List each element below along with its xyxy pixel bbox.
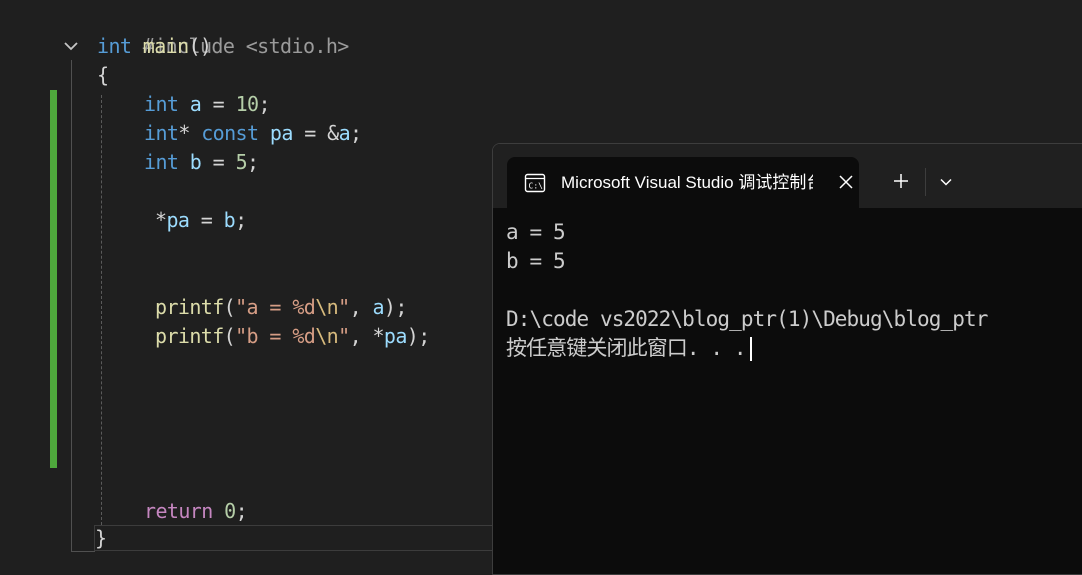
variable: b [189, 150, 202, 174]
number-literal: 10 [235, 92, 259, 116]
console-icon: C:\ [523, 171, 547, 195]
string-literal: "b = [235, 324, 293, 348]
output-line: a = 5 [506, 220, 566, 244]
comma: , * [349, 324, 385, 348]
semicolon: ; [235, 208, 247, 232]
text-cursor [749, 337, 752, 361]
escape-sequence: \n [315, 295, 339, 319]
terminal-titlebar[interactable]: C:\ Microsoft Visual Studio 调试控制台 [493, 144, 1082, 208]
pointer-star: * [178, 121, 190, 145]
svg-text:C:\: C:\ [529, 182, 544, 191]
keyword-return: return [144, 499, 213, 523]
close-paren-semicolon: ); [383, 295, 407, 319]
code-line-11[interactable]: printf("a = %d\n", a); [155, 293, 407, 322]
close-icon[interactable] [837, 173, 855, 191]
format-specifier: %d [292, 295, 316, 319]
dereference-star: * [155, 208, 167, 232]
code-line-4[interactable]: int a = 10; [144, 90, 271, 119]
code-line-1[interactable]: #include <stdio.h> [97, 3, 350, 58]
output-line: b = 5 [506, 249, 566, 273]
string-literal: "a = [235, 295, 293, 319]
output-line: 按任意键关闭此窗口. . . [506, 336, 747, 360]
block-indent-guide [101, 95, 102, 525]
number-literal: 0 [224, 499, 236, 523]
variable: a [372, 295, 384, 319]
variable: pa [383, 324, 407, 348]
function-scope-guide [71, 60, 72, 552]
semicolon: ; [350, 121, 362, 145]
output-prompt-line: 按任意键关闭此窗口. . . [506, 334, 1082, 363]
function-call: printf [155, 324, 224, 348]
output-line: D:\code vs2022\blog_ptr(1)\Debug\blog_pt… [506, 307, 988, 331]
code-line-5[interactable]: int* const pa = &a; [144, 119, 362, 148]
code-line-6[interactable]: int b = 5; [144, 148, 259, 177]
open-paren: ( [223, 324, 236, 348]
variable: a [338, 121, 351, 145]
keyword: int [144, 121, 179, 145]
semicolon: ; [235, 499, 248, 523]
function-name: main [142, 34, 189, 58]
open-brace: { [97, 63, 109, 87]
operator: = [201, 150, 236, 174]
close-brace: } [95, 526, 107, 550]
punctuation: () [188, 34, 212, 58]
code-line-12[interactable]: printf("b = %d\n", *pa); [155, 322, 430, 351]
console-tab[interactable]: C:\ Microsoft Visual Studio 调试控制台 [507, 157, 859, 208]
plus-icon[interactable] [892, 172, 910, 190]
variable: a [189, 92, 202, 116]
code-line-8[interactable]: *pa = b; [155, 206, 247, 235]
fold-chevron-icon[interactable] [61, 36, 81, 56]
format-specifier: %d [292, 324, 316, 348]
function-call: printf [155, 295, 224, 319]
titlebar-separator [925, 168, 926, 196]
code-line-18[interactable]: return 0; [144, 497, 248, 526]
variable: pa [166, 208, 190, 232]
debug-console-window[interactable]: C:\ Microsoft Visual Studio 调试控制台 a = 5 … [492, 143, 1082, 575]
variable: b [223, 208, 236, 232]
chevron-down-icon[interactable] [939, 174, 953, 188]
operator: = & [292, 121, 339, 145]
string-quote: " [338, 295, 350, 319]
variable: pa [269, 121, 293, 145]
keyword: int [144, 150, 179, 174]
current-line-highlight [94, 525, 494, 551]
keyword: int [97, 34, 132, 58]
console-output[interactable]: a = 5 b = 5 D:\code vs2022\blog_ptr(1)\D… [506, 218, 1082, 568]
keyword-const: const [201, 121, 259, 145]
code-line-19[interactable]: } [95, 524, 107, 553]
string-quote: " [338, 324, 350, 348]
number-literal: 5 [235, 150, 248, 174]
change-indicator-bar [50, 90, 57, 468]
code-line-2[interactable]: int main() [97, 32, 212, 61]
keyword: int [144, 92, 179, 116]
escape-sequence: \n [315, 324, 339, 348]
semicolon: ; [258, 92, 270, 116]
operator: = [189, 208, 224, 232]
tab-title: Microsoft Visual Studio 调试控制台 [561, 173, 813, 192]
close-paren-semicolon: ); [406, 324, 430, 348]
function-scope-guide-end [71, 551, 95, 552]
operator: = [201, 92, 236, 116]
semicolon: ; [247, 150, 259, 174]
open-paren: ( [223, 295, 236, 319]
comma: , [349, 295, 373, 319]
code-line-3[interactable]: { [97, 61, 109, 90]
